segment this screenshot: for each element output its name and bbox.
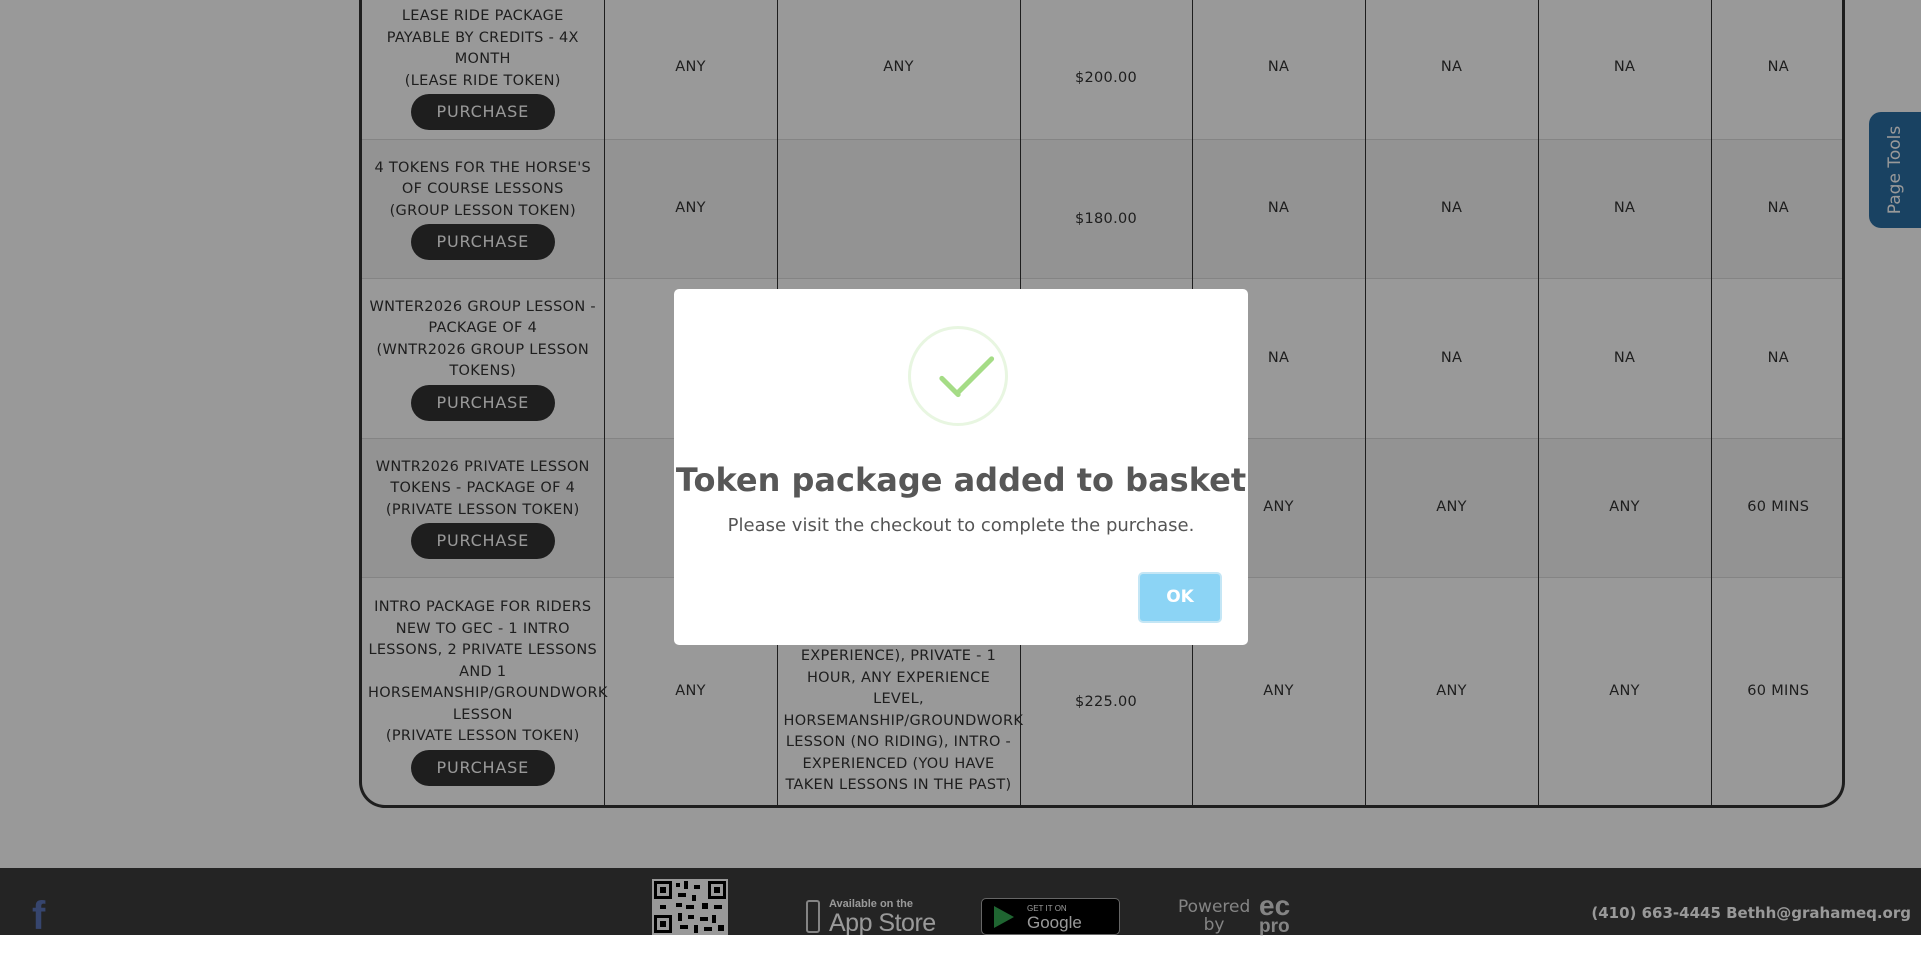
ok-button[interactable]: OK xyxy=(1138,572,1222,623)
success-dialog: Token package added to basket Please vis… xyxy=(674,289,1248,645)
check-mark-long xyxy=(954,355,996,396)
dialog-title: Token package added to basket xyxy=(675,461,1247,499)
dialog-message: Please visit the checkout to complete th… xyxy=(727,515,1195,536)
success-check-icon xyxy=(908,326,1008,426)
